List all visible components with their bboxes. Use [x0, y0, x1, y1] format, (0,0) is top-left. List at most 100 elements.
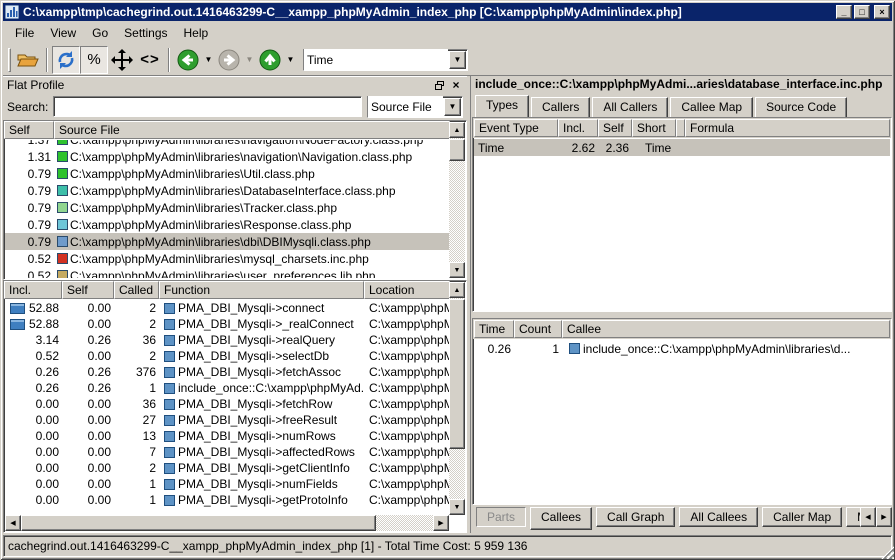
col-self[interactable]: Self — [598, 119, 632, 137]
scroll-up-icon[interactable]: ▲ — [449, 122, 465, 138]
scroll-down-icon[interactable]: ▼ — [449, 262, 465, 278]
tab-callee-map[interactable]: Callee Map — [670, 97, 753, 117]
col-incl[interactable]: Incl. — [558, 119, 598, 137]
table-row[interactable]: 0.79 C:\xampp\phpMyAdmin\libraries\Datab… — [5, 182, 449, 199]
cycle-detection-button[interactable]: <> — [136, 46, 164, 74]
scrollbar-thumb[interactable] — [449, 139, 465, 161]
table-row[interactable]: 3.14 0.26 36 PMA_DBI_Mysqli->realQuery C… — [5, 332, 449, 348]
col-callee[interactable]: Callee — [562, 320, 890, 338]
table-row[interactable]: 0.26 0.26 376 PMA_DBI_Mysqli->fetchAssoc… — [5, 364, 449, 380]
toolbar-handle[interactable] — [8, 48, 11, 72]
table-row[interactable]: 0.00 0.00 13 PMA_DBI_Mysqli->numRows C:\… — [5, 428, 449, 444]
maximize-button[interactable]: □ — [854, 5, 870, 19]
table-row-selected[interactable]: 0.79 C:\xampp\phpMyAdmin\libraries\dbi\D… — [5, 233, 449, 250]
menu-view[interactable]: View — [42, 23, 84, 43]
back-dropdown-arrow[interactable]: ▼ — [202, 46, 215, 74]
open-file-button[interactable] — [14, 46, 42, 74]
expand-areas-button[interactable] — [108, 46, 136, 74]
col-time[interactable]: Time — [474, 320, 514, 338]
function-list-hscrollbar[interactable]: ◀ ▶ — [5, 515, 449, 531]
group-color-icon — [164, 319, 175, 330]
function-list-vscrollbar[interactable]: ▲ ▼ — [449, 282, 465, 515]
menu-file[interactable]: File — [7, 23, 42, 43]
table-row[interactable]: 1.37 C:\xampp\phpMyAdmin\libraries\navig… — [5, 140, 449, 148]
table-row[interactable]: 0.26 1 include_once::C:\xampp\phpMyAdmin… — [474, 340, 890, 357]
forward-button[interactable] — [215, 46, 243, 74]
float-dock-icon[interactable] — [432, 79, 446, 92]
menu-go[interactable]: Go — [84, 23, 116, 43]
func-col-location[interactable]: Location — [364, 281, 450, 299]
tab-callees[interactable]: Callees — [530, 507, 592, 530]
location-cell: C:\xampp\phpMy — [365, 349, 449, 363]
table-row[interactable]: 0.00 0.00 7 PMA_DBI_Mysqli->affectedRows… — [5, 444, 449, 460]
scroll-down-icon[interactable]: ▼ — [449, 499, 465, 515]
tab-all-callees[interactable]: All Callees — [679, 507, 758, 527]
col-count[interactable]: Count — [514, 320, 562, 338]
menu-help[interactable]: Help — [176, 23, 217, 43]
scroll-up-icon[interactable]: ▲ — [449, 282, 465, 298]
col-short[interactable]: Short — [632, 119, 676, 137]
dock-title: Flat Profile — [7, 78, 429, 92]
dock-title-bar[interactable]: Flat Profile × — [3, 76, 467, 93]
reload-button[interactable] — [52, 46, 80, 74]
table-row[interactable]: 0.00 0.00 36 PMA_DBI_Mysqli->fetchRow C:… — [5, 396, 449, 412]
table-row[interactable]: 0.00 0.00 2 PMA_DBI_Mysqli->getClientInf… — [5, 460, 449, 476]
func-col-function[interactable]: Function — [159, 281, 364, 299]
scrollbar-thumb[interactable] — [449, 299, 465, 449]
table-row[interactable]: 0.52 C:\xampp\phpMyAdmin\libraries\user_… — [5, 267, 449, 278]
tab-all-callers[interactable]: All Callers — [592, 97, 668, 117]
detail-pane: include_once::C:\xampp\phpMyAdmi...aries… — [470, 76, 892, 533]
file-col-self[interactable]: Self — [4, 121, 54, 139]
tab-call-graph[interactable]: Call Graph — [596, 507, 675, 527]
tab-types[interactable]: Types — [475, 95, 529, 117]
scroll-left-icon[interactable]: ◀ — [5, 515, 21, 531]
func-col-incl[interactable]: Incl. — [4, 281, 62, 299]
col-formula[interactable]: Formula — [685, 119, 890, 137]
back-button[interactable] — [174, 46, 202, 74]
tab-callers[interactable]: Callers — [531, 97, 590, 117]
percentage-toggle-button[interactable]: % — [80, 46, 108, 74]
table-row[interactable]: 0.79 C:\xampp\phpMyAdmin\libraries\Util.… — [5, 165, 449, 182]
self-cell: 0.52 — [5, 269, 55, 279]
up-button[interactable] — [256, 46, 284, 74]
search-input[interactable] — [53, 96, 362, 117]
tab-scroll-left-icon[interactable]: ◀ — [860, 507, 876, 527]
table-row[interactable]: 0.00 0.00 1 PMA_DBI_Mysqli->numFields C:… — [5, 476, 449, 492]
func-col-self[interactable]: Self — [62, 281, 114, 299]
location-cell: C:\xampp\phpMy — [365, 365, 449, 379]
table-row[interactable]: 0.00 0.00 1 PMA_DBI_Mysqli->getProtoInfo… — [5, 492, 449, 508]
table-row[interactable]: 0.52 0.00 2 PMA_DBI_Mysqli->selectDb C:\… — [5, 348, 449, 364]
up-dropdown-arrow[interactable]: ▼ — [284, 46, 297, 74]
func-col-called[interactable]: Called — [114, 281, 159, 299]
title-bar[interactable]: C:\xampp\tmp\cachegrind.out.1416463299-C… — [3, 3, 892, 21]
table-row[interactable]: 52.88 0.00 2 PMA_DBI_Mysqli->_realConnec… — [5, 316, 449, 332]
table-row[interactable]: 0.79 C:\xampp\phpMyAdmin\libraries\Track… — [5, 199, 449, 216]
table-row[interactable]: 1.31 C:\xampp\phpMyAdmin\libraries\navig… — [5, 148, 449, 165]
scroll-right-icon[interactable]: ▶ — [433, 515, 449, 531]
tab-parts[interactable]: Parts — [476, 507, 526, 527]
tab-source-code[interactable]: Source Code — [755, 97, 847, 117]
tab-scroll-right-icon[interactable]: ▶ — [876, 507, 892, 527]
close-button[interactable]: × — [874, 5, 890, 19]
minimize-button[interactable]: _ — [836, 5, 852, 19]
col-event-type[interactable]: Event Type — [474, 119, 558, 137]
tab-caller-map[interactable]: Caller Map — [762, 507, 842, 527]
file-list-scrollbar[interactable]: ▲ ▼ — [449, 122, 465, 278]
file-col-source[interactable]: Source File — [54, 121, 450, 139]
col-spacer[interactable] — [676, 119, 685, 137]
chevron-down-icon[interactable]: ▼ — [444, 98, 461, 116]
table-row[interactable]: 0.00 0.00 27 PMA_DBI_Mysqli->freeResult … — [5, 412, 449, 428]
forward-dropdown-arrow[interactable]: ▼ — [243, 46, 256, 74]
event-type-select[interactable]: Time ▼ — [303, 49, 468, 71]
scrollbar-thumb[interactable] — [21, 515, 376, 531]
table-row-selected[interactable]: Time 2.62 2.36 Time — [474, 139, 890, 156]
table-row[interactable]: 0.26 0.26 1 include_once::C:\xampp\phpMy… — [5, 380, 449, 396]
chevron-down-icon[interactable]: ▼ — [449, 51, 466, 69]
table-row[interactable]: 52.88 0.00 2 PMA_DBI_Mysqli->connect C:\… — [5, 300, 449, 316]
menu-settings[interactable]: Settings — [116, 23, 175, 43]
table-row[interactable]: 0.79 C:\xampp\phpMyAdmin\libraries\Respo… — [5, 216, 449, 233]
grouping-select[interactable]: Source File ▼ — [367, 96, 463, 118]
resize-grip[interactable] — [881, 546, 894, 559]
close-dock-icon[interactable]: × — [449, 79, 463, 92]
table-row[interactable]: 0.52 C:\xampp\phpMyAdmin\libraries\mysql… — [5, 250, 449, 267]
